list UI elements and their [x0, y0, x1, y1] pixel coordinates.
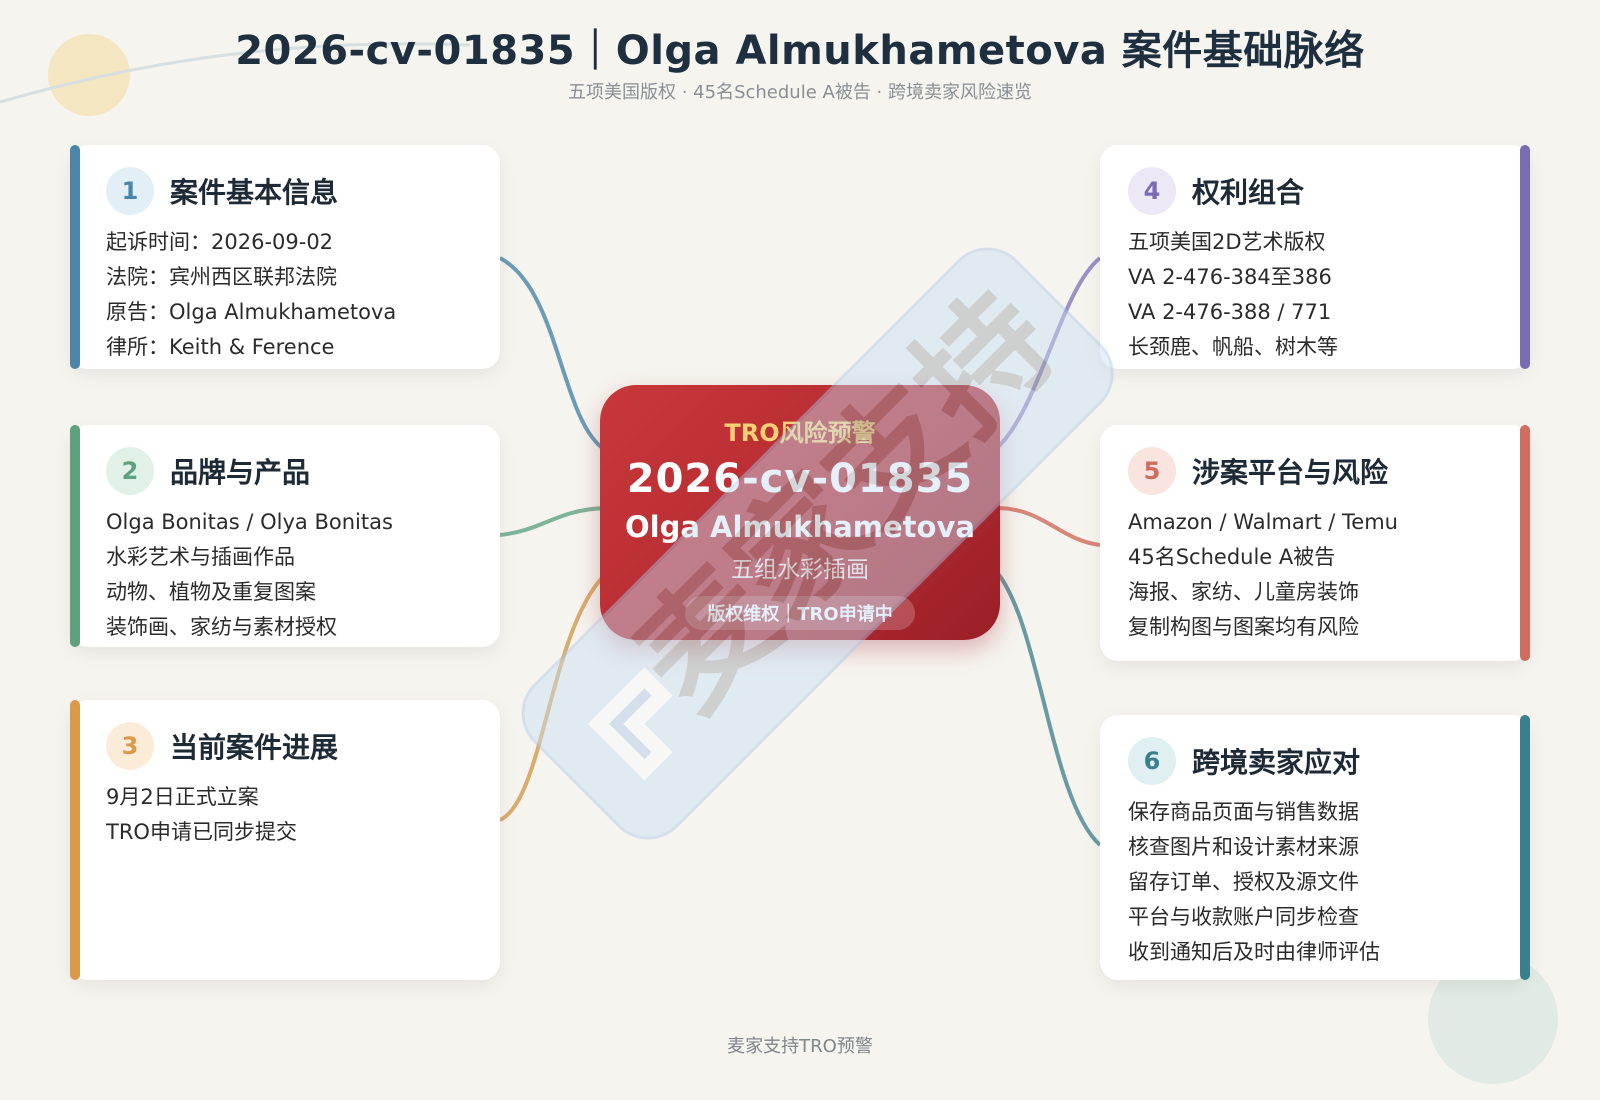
- card-line: 五项美国2D艺术版权: [1128, 230, 1326, 254]
- card-title: 品牌与产品: [170, 456, 311, 489]
- card-seller-response: 6 跨境卖家应对 保存商品页面与销售数据 核查图片和设计素材来源 留存订单、授权…: [1100, 715, 1530, 980]
- status-badge: 版权维权｜TRO申请中: [685, 596, 915, 630]
- card-brand-products: 2 品牌与产品 Olga Bonitas / Olya Bonitas 水彩艺术…: [70, 425, 500, 647]
- connector-2: [499, 506, 606, 537]
- card-rights-portfolio: 4 权利组合 五项美国2D艺术版权 VA 2-476-384至386 VA 2-…: [1100, 145, 1530, 369]
- card-line: Amazon / Walmart / Temu: [1128, 510, 1398, 534]
- card-line: 动物、植物及重复图案: [106, 580, 316, 604]
- card-line: 9月2日正式立案: [106, 785, 259, 809]
- card-platforms-risk: 5 涉案平台与风险 Amazon / Walmart / Temu 45名Sch…: [1100, 425, 1530, 661]
- card-line: VA 2-476-384至386: [1128, 265, 1332, 289]
- card-line: 海报、家纺、儿童房装饰: [1128, 580, 1359, 604]
- card-line: 起诉时间：2026-09-02: [106, 230, 334, 254]
- card-number-badge: 5: [1128, 447, 1176, 495]
- card-line: 律所：Keith & Ference: [106, 335, 335, 359]
- card-line: VA 2-476-388 / 771: [1128, 300, 1332, 324]
- central-case-node: TRO风险预警 2026-cv-01835 Olga Almukhametova…: [600, 385, 1000, 640]
- card-number-badge: 2: [106, 447, 154, 495]
- card-line: 留存订单、授权及源文件: [1128, 870, 1359, 894]
- card-title: 权利组合: [1192, 176, 1305, 209]
- connector-4: [993, 256, 1102, 452]
- connector-1: [499, 256, 607, 452]
- risk-alert-tag: TRO风险预警: [724, 419, 876, 447]
- card-line: 核查图片和设计素材来源: [1128, 835, 1359, 859]
- connector-5: [999, 506, 1101, 547]
- case-number: 2026-cv-01835: [626, 456, 974, 502]
- card-title: 跨境卖家应对: [1192, 746, 1361, 779]
- plaintiff-name: Olga Almukhametova: [625, 510, 975, 544]
- card-line: 平台与收款账户同步检查: [1128, 905, 1359, 929]
- card-line: TRO申请已同步提交: [106, 820, 297, 844]
- card-line: 复制构图与图案均有风险: [1128, 615, 1359, 639]
- card-number-badge: 1: [106, 167, 154, 215]
- card-number-badge: 4: [1128, 167, 1176, 215]
- card-title: 涉案平台与风险: [1192, 456, 1389, 489]
- connector-3: [499, 568, 612, 822]
- card-line: 原告：Olga Almukhametova: [106, 300, 397, 324]
- card-case-basic-info: 1 案件基本信息 起诉时间：2026-09-02 法院：宾州西区联邦法院 原告：…: [70, 145, 500, 369]
- card-line: 水彩艺术与插画作品: [106, 545, 295, 569]
- card-number-badge: 6: [1128, 737, 1176, 785]
- connector-6: [993, 568, 1102, 847]
- card-line: 装饰画、家纺与素材授权: [106, 615, 337, 639]
- footer-text: 麦家支持TRO预警: [727, 1036, 873, 1057]
- card-title: 当前案件进展: [170, 731, 339, 764]
- card-line: 法院：宾州西区联邦法院: [106, 265, 337, 289]
- card-line: 长颈鹿、帆船、树木等: [1128, 335, 1338, 359]
- card-title: 案件基本信息: [170, 176, 339, 209]
- card-line: Olga Bonitas / Olya Bonitas: [106, 510, 393, 534]
- card-number-badge: 3: [106, 722, 154, 770]
- card-line: 收到通知后及时由律师评估: [1128, 940, 1380, 964]
- case-subject: 五组水彩插画: [731, 557, 869, 583]
- card-line: 45名Schedule A被告: [1128, 545, 1336, 569]
- card-case-progress: 3 当前案件进展 9月2日正式立案 TRO申请已同步提交: [70, 700, 500, 980]
- card-line: 保存商品页面与销售数据: [1128, 800, 1359, 824]
